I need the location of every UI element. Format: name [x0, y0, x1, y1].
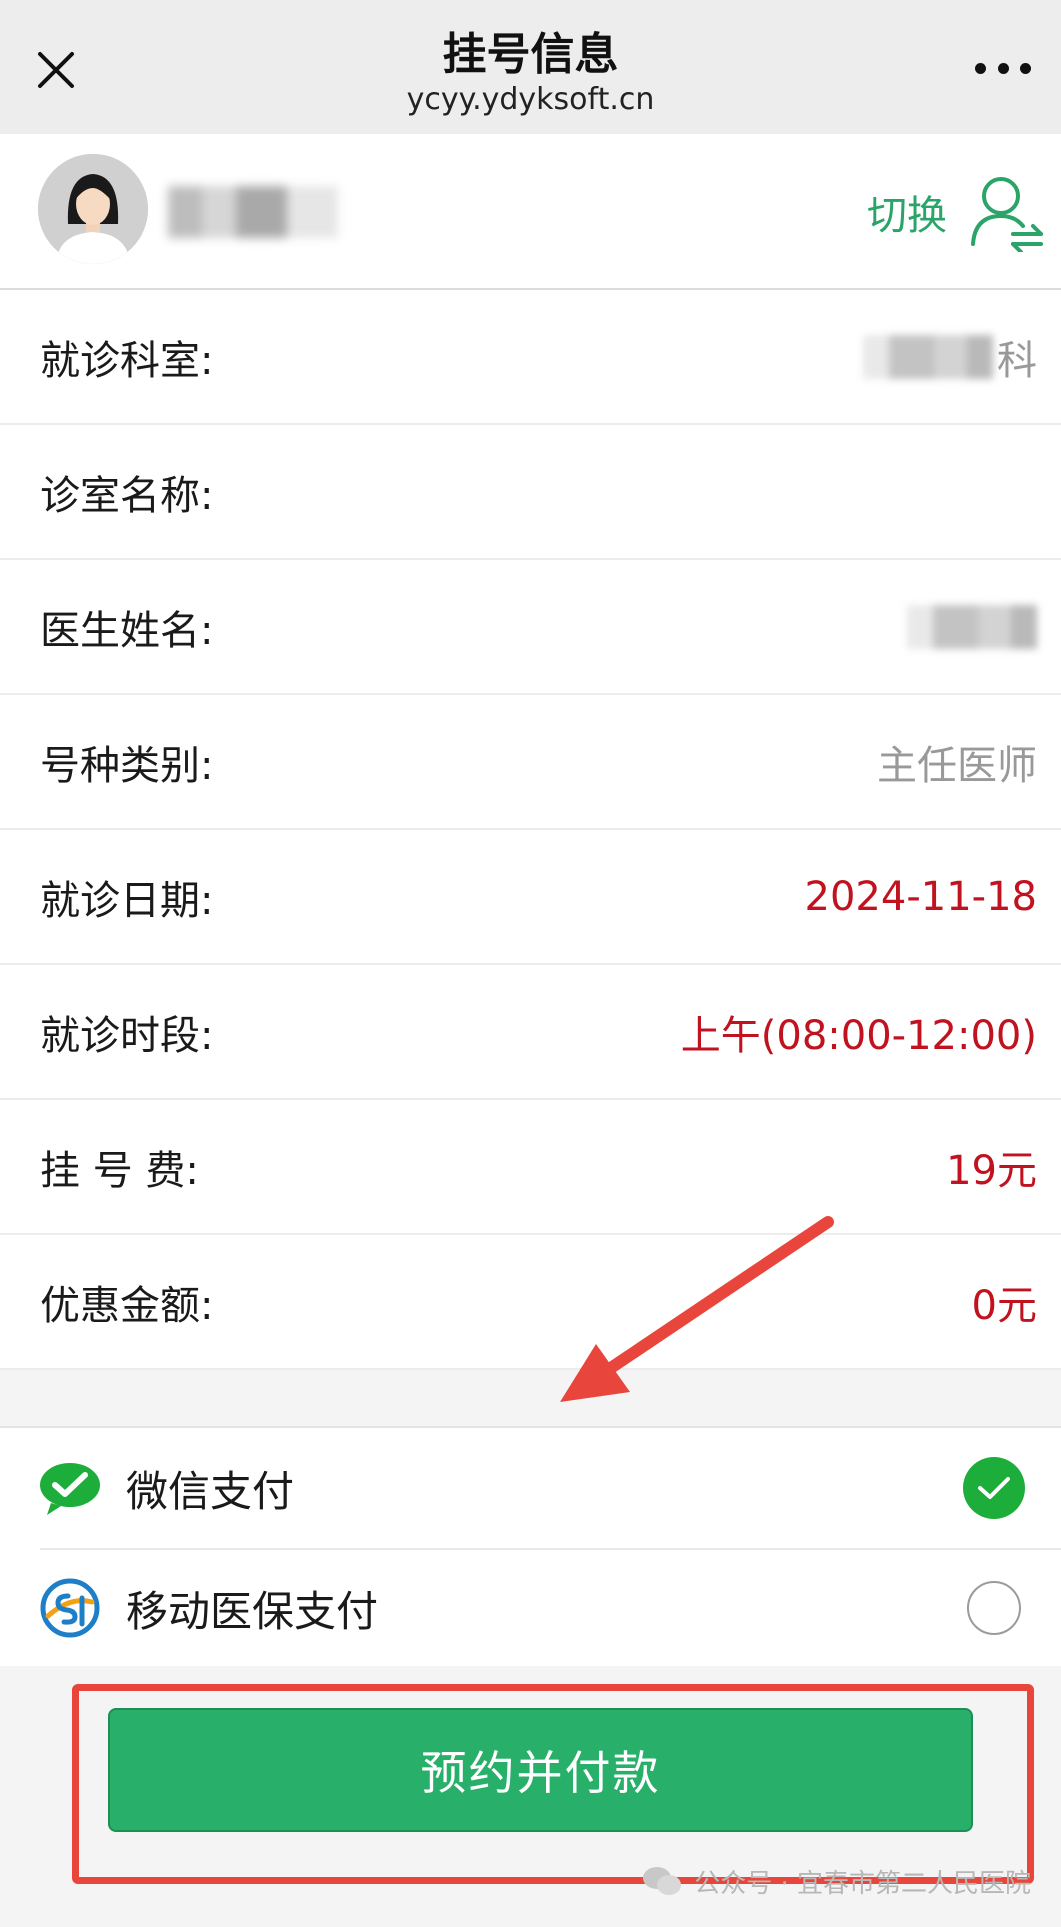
info-row-date: 就诊日期: 2024-11-18	[0, 830, 1061, 965]
patient-bar: 切换	[0, 134, 1061, 290]
avatar-female-icon	[38, 154, 148, 264]
info-row-doctor: 医生姓名:	[0, 560, 1061, 695]
page-url: ycyy.ydyksoft.cn	[406, 82, 655, 117]
row-value: 19元	[946, 1147, 1037, 1194]
avatar	[38, 154, 148, 264]
row-label: 诊室名称:	[40, 472, 214, 519]
payment-option-wechat[interactable]: 微信支付	[0, 1428, 1061, 1548]
row-label: 就诊科室:	[40, 337, 214, 384]
row-label: 就诊时段:	[40, 1012, 214, 1059]
payment-label: 微信支付	[126, 1466, 295, 1516]
info-row-ticket-type: 号种类别: 主任医师	[0, 695, 1061, 830]
more-button[interactable]	[975, 56, 1031, 80]
row-label: 挂 号 费:	[40, 1147, 199, 1194]
watermark-text: 公众号 · 宜春市第二人民医院	[694, 1868, 1031, 1899]
row-label: 就诊日期:	[40, 877, 214, 924]
redacted-value	[863, 334, 993, 379]
watermark: 公众号 · 宜春市第二人民医院	[642, 1861, 1031, 1901]
check-icon	[978, 1477, 1010, 1499]
payment-label: 移动医保支付	[126, 1586, 379, 1636]
radio-unchecked[interactable]	[967, 1581, 1021, 1635]
row-value: 科	[997, 337, 1037, 384]
annotation-arrow	[560, 1216, 834, 1402]
switch-patient-button[interactable]: 切换	[867, 164, 1045, 260]
row-value	[907, 604, 1037, 649]
more-dots-icon	[975, 62, 986, 74]
page-title: 挂号信息	[442, 29, 619, 80]
user-switch-icon	[971, 177, 1043, 252]
medical-insurance-icon	[38, 1576, 102, 1640]
info-row-clinic-room: 诊室名称:	[0, 425, 1061, 560]
switch-label: 切换	[867, 193, 947, 239]
info-row-fee: 挂 号 费: 19元	[0, 1100, 1061, 1235]
info-row-time-slot: 就诊时段: 上午(08:00-12:00)	[0, 965, 1061, 1100]
radio-checked[interactable]	[963, 1457, 1025, 1519]
wechat-logo-icon	[643, 1867, 682, 1895]
row-value: 上午(08:00-12:00)	[680, 1012, 1037, 1059]
info-row-discount: 优惠金额: 0元	[0, 1235, 1061, 1370]
info-row-department: 就诊科室: 科	[0, 290, 1061, 425]
title-bar: 挂号信息 ycyy.ydyksoft.cn	[0, 0, 1061, 134]
patient-name	[168, 186, 338, 238]
book-and-pay-button[interactable]: 预约并付款	[108, 1708, 973, 1832]
row-value: 0元	[971, 1282, 1037, 1329]
row-label: 医生姓名:	[40, 607, 214, 654]
registration-info: 就诊科室: 科 诊室名称: 医生姓名: 号种类别: 主任医师 就诊日期: 202…	[0, 290, 1061, 1370]
row-value: 2024-11-18	[804, 873, 1037, 920]
payment-option-medical-insurance[interactable]: 移动医保支付	[0, 1548, 1061, 1668]
payment-methods: 微信支付 移动医保支付	[0, 1426, 1061, 1666]
row-label: 优惠金额:	[40, 1282, 214, 1329]
wechat-pay-icon	[38, 1456, 102, 1520]
row-label: 号种类别:	[40, 742, 214, 789]
row-value: 主任医师	[877, 742, 1037, 789]
